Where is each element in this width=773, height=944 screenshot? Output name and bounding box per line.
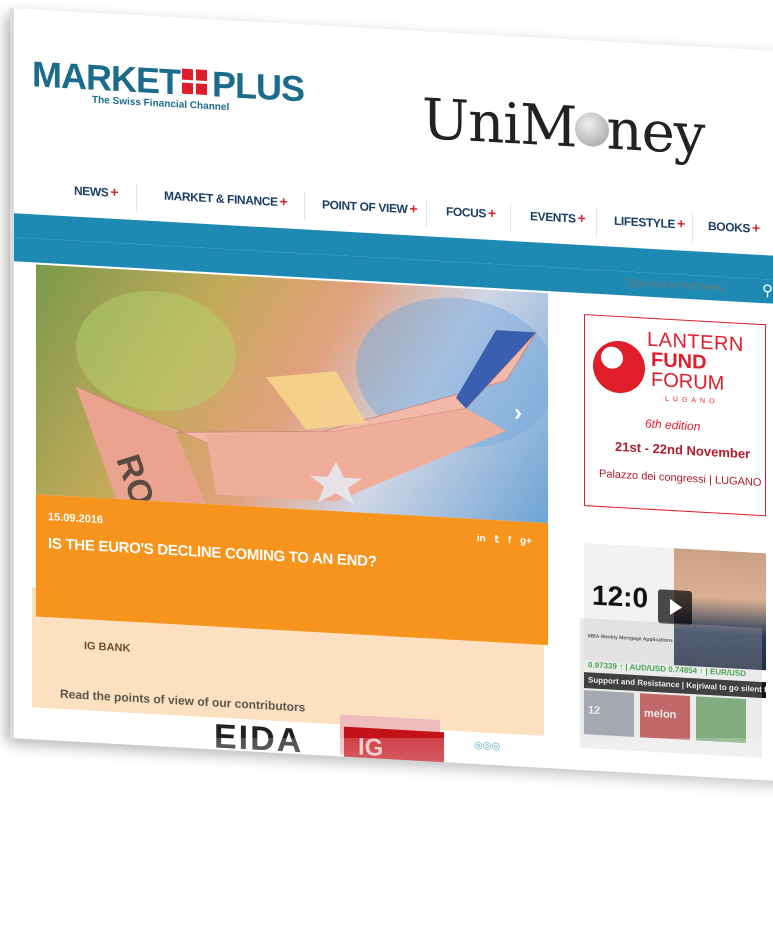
nav-item-news[interactable]: NEWS + [74, 182, 118, 200]
hero-slider[interactable]: RO › [36, 264, 548, 524]
ad-line-forum: FORUM [651, 368, 725, 395]
nav-item-focus[interactable]: FOCUS + [446, 202, 496, 221]
globe-icon [593, 339, 645, 395]
nav-item-events[interactable]: EVENTS + [530, 207, 585, 226]
nav-item-lifestyle[interactable]: LIFESTYLE + [614, 212, 685, 232]
article-date: 15.09.2016 [48, 511, 104, 527]
plus-icon: + [677, 215, 685, 232]
social-share: in 𝕥 f g+ [471, 533, 532, 547]
nav-divider [304, 192, 305, 221]
nav-divider [692, 214, 693, 243]
marketplus-logo[interactable]: MARKET PLUS The Swiss Financial Channel [32, 53, 304, 117]
search-icon[interactable]: ⚲ [762, 281, 773, 300]
lantern-fund-forum-ad[interactable]: LANTERN FUND FORUM LUGANO 6th edition 21… [584, 314, 766, 517]
nav-item-books[interactable]: BOOKS + [708, 217, 760, 236]
nav-divider [510, 203, 511, 233]
googleplus-icon[interactable]: g+ [520, 536, 532, 548]
nav-label: LIFESTYLE [614, 213, 676, 232]
nav-divider [136, 183, 137, 212]
next-slide-arrow[interactable]: › [514, 399, 522, 427]
unimoney-logo-part1: UniM [422, 87, 577, 161]
screenshot-stage: MARKET PLUS The Swiss Financial Channel … [0, 0, 773, 944]
nav-divider [596, 208, 597, 237]
swiss-cross-icon [181, 68, 210, 99]
facebook-icon[interactable]: f [508, 535, 511, 546]
ad-edition: 6th edition [645, 416, 701, 434]
unimoney-logo-part2: ney [606, 97, 705, 168]
linkedin-icon[interactable]: in [477, 533, 486, 544]
plus-icon: + [110, 183, 119, 201]
nav-label: MARKET & FINANCE [164, 188, 278, 209]
reflection-fade [0, 738, 773, 944]
plus-icon: + [752, 219, 760, 236]
coin-icon [574, 111, 609, 147]
nav-label: NEWS [74, 183, 109, 200]
plus-icon: + [488, 204, 496, 222]
nav-item-market-finance[interactable]: MARKET & FINANCE + [164, 187, 287, 210]
unimoney-logo[interactable]: UniM ney [422, 87, 704, 168]
nav-label: EVENTS [530, 209, 576, 226]
ad-venue: Palazzo dei congressi | LUGANO [599, 467, 762, 490]
ad-dates: 21st - 22nd November [615, 438, 751, 462]
ad-line-lugano: LUGANO [665, 395, 719, 406]
plus-icon: + [577, 209, 586, 227]
reflection-caption [32, 587, 544, 736]
nav-label: BOOKS [708, 219, 751, 236]
plus-icon: + [279, 193, 288, 210]
paper-boat-image: RO [75, 330, 537, 510]
nav-label: POINT OF VIEW [322, 197, 408, 217]
search-input[interactable] [626, 277, 746, 296]
plus-icon: + [409, 200, 418, 217]
nav-divider [426, 199, 427, 228]
nav-label: FOCUS [446, 204, 487, 221]
twitter-icon[interactable]: 𝕥 [494, 534, 499, 545]
nav-item-point-of-view[interactable]: POINT OF VIEW + [322, 195, 417, 216]
